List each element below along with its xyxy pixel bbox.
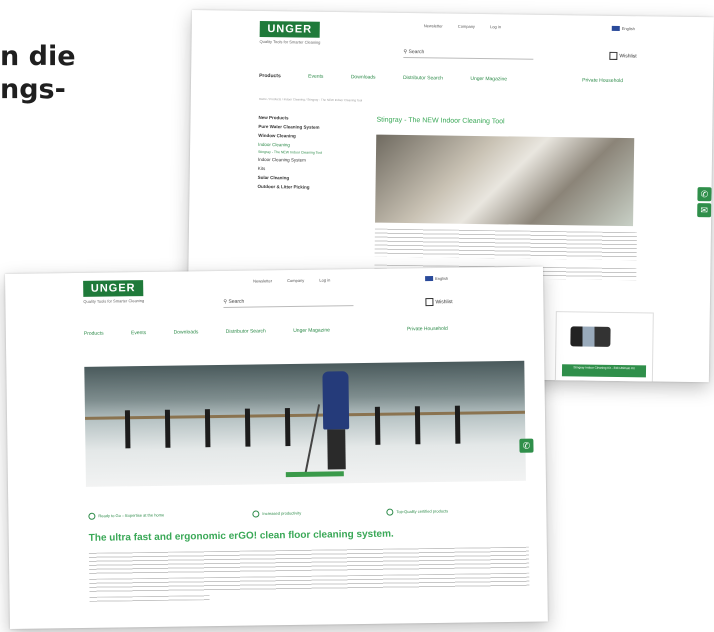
feature-bullet-label: Top-Quality certified products xyxy=(396,508,449,515)
breadcrumb[interactable]: Home / Products / Indoor Cleaning / Stin… xyxy=(259,97,362,102)
flag-icon xyxy=(611,26,620,32)
search-placeholder: Search xyxy=(228,298,245,305)
rail-post xyxy=(204,409,211,448)
wishlist-label: Wishlist xyxy=(619,53,637,60)
nav-downloads[interactable]: Downloads xyxy=(174,329,199,335)
wishlist-icon xyxy=(425,298,434,307)
feature-bullet-label: Ready to Go – Expertise at the home xyxy=(98,512,165,519)
feature-text-block-2 xyxy=(89,572,530,593)
flag-icon xyxy=(425,276,434,282)
top-links: Newsletter Company Log in xyxy=(253,277,344,283)
rail-post xyxy=(414,406,421,445)
nav-unger-magazine[interactable]: Unger Magazine xyxy=(470,76,507,83)
cleaner-legs xyxy=(327,429,346,470)
wishlist-icon xyxy=(609,51,618,60)
rail-post xyxy=(454,405,461,444)
check-icon xyxy=(88,512,96,520)
phone-icon[interactable]: ✆ xyxy=(697,187,712,202)
rail-post xyxy=(284,408,291,447)
nav-distributor-search[interactable]: Distributor Search xyxy=(226,328,266,335)
page-title: Stingray - The NEW Indoor Cleaning Tool xyxy=(376,116,505,126)
wishlist-button[interactable]: Wishlist xyxy=(425,298,453,307)
unger-logo[interactable]: UNGER xyxy=(83,280,144,297)
rail-post xyxy=(374,406,381,445)
language-selector[interactable]: English xyxy=(611,26,635,32)
nav-distributor-search[interactable]: Distributor Search xyxy=(403,75,443,82)
mail-icon[interactable]: ✉ xyxy=(697,203,712,218)
ergo-hero-image xyxy=(84,360,526,487)
main-nav: Products Events Downloads Distributor Se… xyxy=(259,73,649,84)
search-placeholder: Search xyxy=(408,49,425,56)
feature-bullet: Ready to Go – Expertise at the home xyxy=(88,512,164,520)
phone-icon[interactable]: ✆ xyxy=(519,438,534,453)
stingray-hero-image xyxy=(375,134,635,227)
headline-fragment: n die ngs- xyxy=(0,40,76,106)
product-card-button[interactable]: Stingray Indoor Cleaning Kit - 330 Ultim… xyxy=(561,364,647,378)
nav-private-household[interactable]: Private Household xyxy=(407,326,448,333)
nav-events[interactable]: Events xyxy=(308,74,323,80)
mop-head xyxy=(285,471,344,478)
feature-bullet: Increased productivity xyxy=(252,510,301,518)
login-link[interactable]: Log in xyxy=(319,277,330,282)
main-nav: Products Events Downloads Distributor Se… xyxy=(84,325,474,337)
nav-unger-magazine[interactable]: Unger Magazine xyxy=(293,327,330,334)
feature-text-block xyxy=(88,546,530,575)
cleaner-figure xyxy=(322,371,350,430)
check-icon xyxy=(252,510,260,518)
sidebar-categories: New Products Pure Water Cleaning System … xyxy=(257,113,358,192)
rail-post xyxy=(124,410,131,449)
feature-bullet: Top-Quality certified products xyxy=(386,508,448,516)
language-label: English xyxy=(621,26,635,32)
feature-bullet-label: Increased productivity xyxy=(262,510,302,516)
newsletter-link[interactable]: Newsletter xyxy=(424,23,443,28)
tagline: Quality Tools for Smarter Cleaning xyxy=(259,38,321,45)
search-input[interactable]: ⚲ Search xyxy=(403,46,534,60)
search-input[interactable]: ⚲ Search xyxy=(223,295,354,308)
nav-downloads[interactable]: Downloads xyxy=(351,74,376,80)
newsletter-link[interactable]: Newsletter xyxy=(253,278,272,283)
nav-products[interactable]: Products xyxy=(84,331,104,337)
front-screenshot-ergo-page: UNGER Quality Tools for Smarter Cleaning… xyxy=(5,266,548,629)
feature-title: The ultra fast and ergonomic erGO! clean… xyxy=(88,528,394,544)
nav-events[interactable]: Events xyxy=(131,330,146,336)
company-link[interactable]: Company xyxy=(287,278,304,283)
description-text-block xyxy=(374,228,637,261)
wishlist-label: Wishlist xyxy=(435,299,453,306)
check-icon xyxy=(386,508,394,516)
wishlist-button[interactable]: Wishlist xyxy=(609,51,637,60)
headline-line-1: n die xyxy=(0,41,76,72)
top-links: Newsletter Company Log in xyxy=(424,23,515,29)
headline-line-2: ngs- xyxy=(0,74,66,105)
nav-products[interactable]: Products xyxy=(259,73,281,79)
login-link[interactable]: Log in xyxy=(490,24,501,29)
product-card[interactable]: Stingray Indoor Cleaning Kit - 330 Ultim… xyxy=(554,311,654,383)
sidebar-item-outdoor[interactable]: Outdoor & Litter Picking xyxy=(257,182,357,192)
stingray-product-image xyxy=(570,326,611,347)
rail-post xyxy=(164,409,171,448)
unger-logo[interactable]: UNGER xyxy=(259,20,320,38)
language-selector[interactable]: English xyxy=(425,276,448,282)
nav-private-household[interactable]: Private Household xyxy=(582,77,623,84)
feature-text-block-3 xyxy=(89,595,210,602)
tagline: Quality Tools for Smarter Cleaning xyxy=(83,298,145,304)
company-link[interactable]: Company xyxy=(458,24,475,29)
rail-post xyxy=(244,408,251,447)
language-label: English xyxy=(435,275,449,281)
